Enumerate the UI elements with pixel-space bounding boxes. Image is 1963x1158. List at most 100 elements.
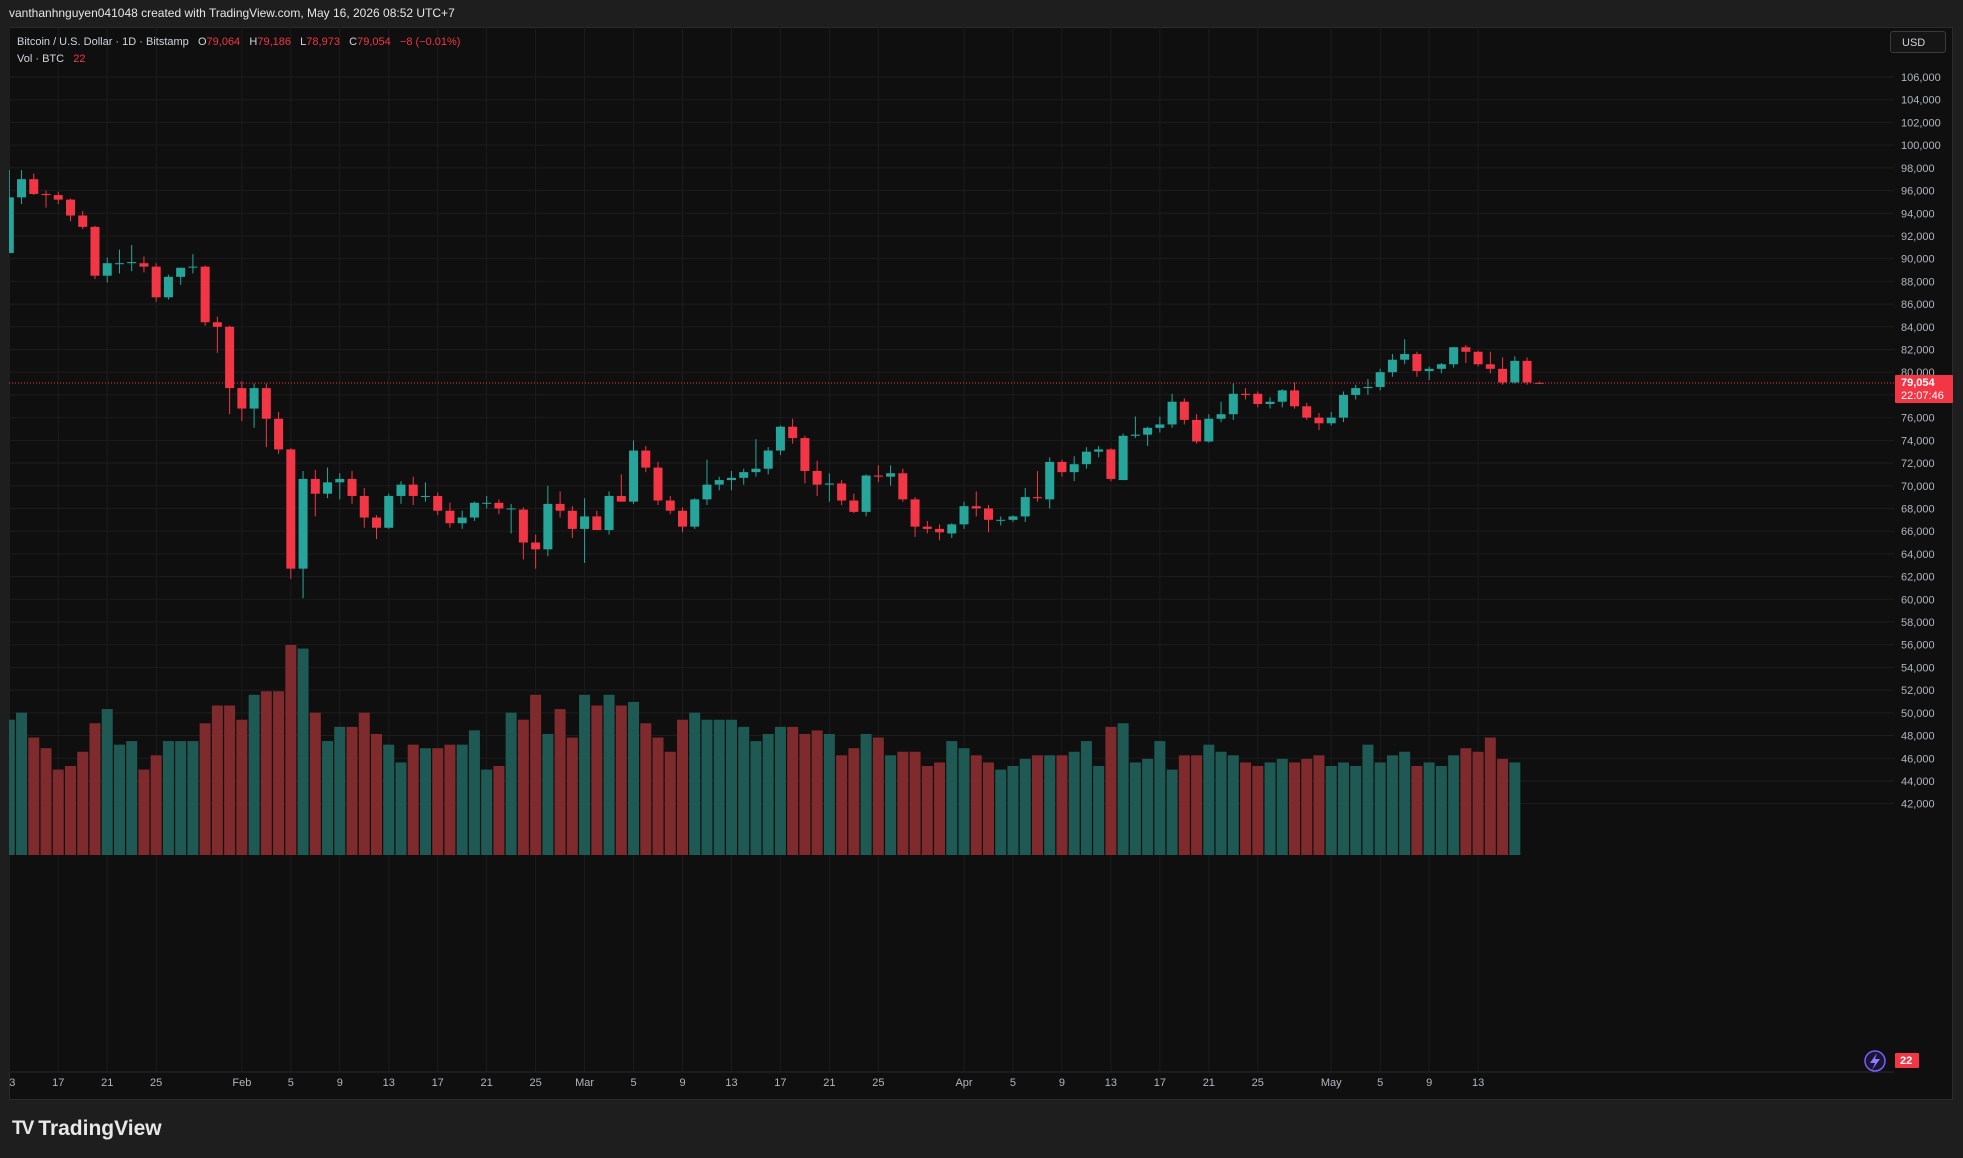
candle-body bbox=[1326, 417, 1336, 424]
volume-bar bbox=[1325, 766, 1337, 855]
volume-bar bbox=[701, 719, 713, 855]
volume-bar bbox=[322, 741, 334, 855]
candle-body bbox=[114, 263, 124, 265]
candle-body bbox=[1498, 368, 1508, 383]
volume-bar bbox=[897, 751, 909, 855]
time-tick-label: Apr bbox=[955, 1077, 972, 1089]
price-tick-label: 72,000 bbox=[1901, 458, 1935, 470]
time-tick-label: 17 bbox=[52, 1077, 64, 1089]
volume-bar bbox=[309, 712, 321, 855]
volume-bar bbox=[481, 769, 493, 855]
volume-bar bbox=[860, 733, 872, 855]
volume-bar bbox=[1227, 755, 1239, 855]
volume-bar bbox=[1350, 766, 1362, 855]
price-tick-label: 84,000 bbox=[1901, 322, 1935, 334]
candle-body bbox=[1118, 435, 1128, 481]
volume-bar bbox=[1264, 762, 1276, 855]
price-tick-label: 62,000 bbox=[1901, 572, 1935, 584]
price-tick-label: 64,000 bbox=[1901, 549, 1935, 561]
tradingview-brand[interactable]: TV TradingView bbox=[12, 1117, 162, 1141]
candle-body bbox=[1522, 360, 1532, 383]
volume-bar bbox=[150, 755, 162, 855]
volume-bar bbox=[946, 741, 958, 855]
candle-body bbox=[1130, 434, 1140, 436]
volume-bar bbox=[9, 719, 15, 855]
candles bbox=[9, 170, 1544, 599]
candle-body bbox=[445, 510, 455, 524]
volume-bar bbox=[921, 766, 933, 855]
price-tick-label: 48,000 bbox=[1901, 731, 1935, 743]
candle-body bbox=[359, 495, 369, 518]
candle-body bbox=[1167, 401, 1177, 425]
candle-body bbox=[29, 179, 39, 194]
candle-body bbox=[1106, 449, 1116, 479]
volume-bar bbox=[1056, 755, 1068, 855]
candle-body bbox=[1032, 497, 1042, 499]
footer bbox=[0, 1100, 1963, 1158]
volume-bar bbox=[750, 741, 762, 855]
candle-body bbox=[1241, 393, 1251, 395]
time-tick-label: 13 bbox=[383, 1077, 395, 1089]
close-label: C bbox=[349, 36, 358, 48]
price-tick-label: 70,000 bbox=[1901, 481, 1935, 493]
lightning-icon[interactable] bbox=[1864, 1050, 1886, 1072]
time-tick-label: 5 bbox=[1377, 1077, 1383, 1089]
volume-bar bbox=[1117, 723, 1129, 855]
price-tick-label: 104,000 bbox=[1901, 95, 1941, 107]
symbol-description[interactable]: Bitcoin / U.S. Dollar · 1D · Bitstamp bbox=[17, 36, 189, 48]
volume-bar bbox=[934, 762, 946, 855]
volume-bar bbox=[248, 694, 260, 855]
candle-body bbox=[433, 495, 443, 511]
volume-bar bbox=[1435, 766, 1447, 855]
ohlc-legend-row: Bitcoin / U.S. Dollar · 1D · Bitstamp O7… bbox=[17, 34, 460, 51]
volume-label[interactable]: Vol · BTC bbox=[17, 53, 64, 65]
volume-bar bbox=[126, 741, 138, 855]
volume-bar bbox=[603, 694, 615, 855]
candle-body bbox=[298, 478, 308, 569]
time-tick-label: 25 bbox=[872, 1077, 884, 1089]
candle-body bbox=[629, 450, 639, 502]
candle-body bbox=[1057, 461, 1067, 473]
time-tick-label: Feb bbox=[232, 1077, 251, 1089]
candle-body bbox=[1020, 497, 1030, 517]
volume-bar bbox=[1044, 755, 1056, 855]
volume-bar bbox=[1154, 741, 1166, 855]
volume-bar bbox=[554, 709, 566, 855]
candle-body bbox=[861, 475, 871, 512]
candle-body bbox=[102, 263, 112, 276]
candle-body bbox=[1253, 393, 1263, 404]
candle-body bbox=[200, 266, 210, 323]
candle-body bbox=[1302, 406, 1312, 418]
volume-tag-value: 22 bbox=[1900, 1055, 1912, 1067]
volume-bar bbox=[28, 737, 40, 855]
candle-body bbox=[739, 472, 749, 478]
candle-body bbox=[775, 426, 785, 451]
price-tick-label: 96,000 bbox=[1901, 186, 1935, 198]
volume-bar bbox=[52, 769, 64, 855]
candle-body bbox=[1314, 417, 1324, 424]
volume-bar bbox=[1203, 744, 1215, 855]
last-price-tag: 79,054 22:07:46 bbox=[1895, 374, 1953, 403]
candle-body bbox=[274, 418, 284, 450]
candlestick-chart[interactable]: 58,000 60,000 62,000 64,000 66,000 68,000 70,0… bbox=[9, 27, 1953, 1100]
volume-bar bbox=[689, 712, 701, 855]
time-tick-label: 25 bbox=[1252, 1077, 1264, 1089]
volume-bar bbox=[1007, 766, 1019, 855]
volume-bar bbox=[1068, 751, 1080, 855]
time-tick-label: 13 bbox=[1472, 1077, 1484, 1089]
volume-bar bbox=[909, 751, 921, 855]
candle-body bbox=[1351, 388, 1361, 395]
candle-body bbox=[1228, 393, 1238, 415]
candle-body bbox=[1216, 414, 1226, 419]
candle-body bbox=[1375, 372, 1385, 387]
currency-button[interactable]: USD bbox=[1890, 31, 1946, 53]
last-price-value: 79,054 bbox=[1901, 377, 1936, 389]
candle-body bbox=[1338, 394, 1348, 418]
volume-bar bbox=[628, 701, 640, 855]
brand-name: TradingView bbox=[38, 1117, 162, 1140]
candle-body bbox=[188, 266, 198, 268]
candle-body bbox=[494, 502, 504, 509]
candle-body bbox=[996, 519, 1006, 521]
candle-body bbox=[616, 495, 626, 502]
volume-bar bbox=[774, 726, 786, 855]
